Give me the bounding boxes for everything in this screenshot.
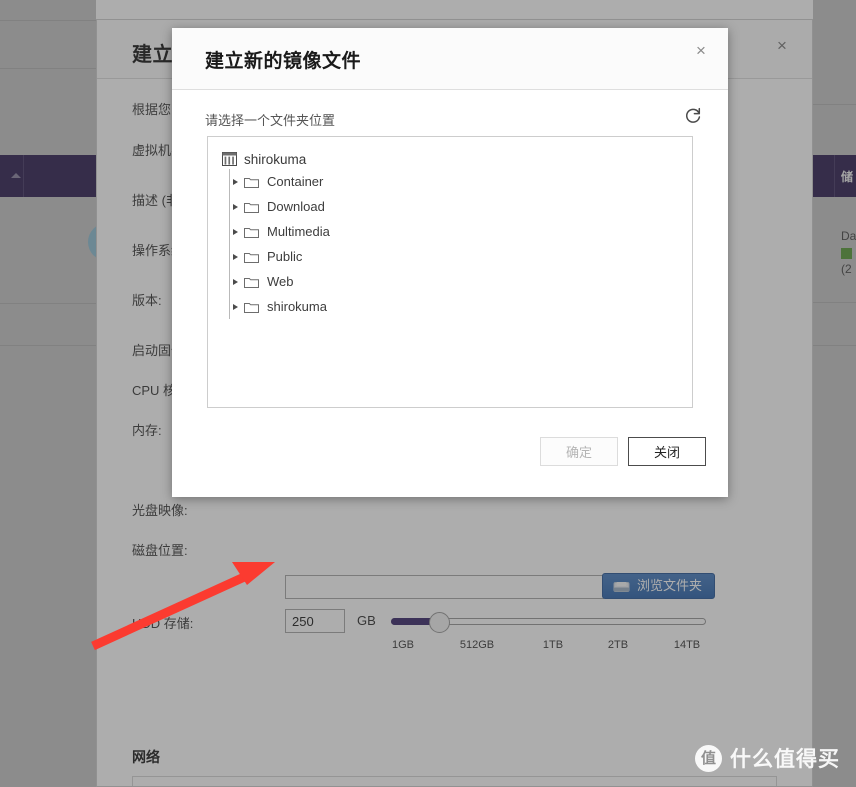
confirm-button[interactable]: 确定 xyxy=(540,437,618,466)
folder-tree[interactable]: shirokuma Container Download Multimedia … xyxy=(207,136,693,408)
folder-icon xyxy=(244,177,259,188)
folder-icon xyxy=(244,277,259,288)
tree-root-item-shirokuma[interactable]: shirokuma xyxy=(222,149,692,169)
tree-children-list: Container Download Multimedia Public Web… xyxy=(229,169,692,319)
tree-root-label: shirokuma xyxy=(244,151,307,167)
folder-icon xyxy=(244,227,259,238)
folder-icon xyxy=(244,252,259,263)
tree-item-label: Public xyxy=(267,249,303,264)
folder-icon xyxy=(244,302,259,313)
watermark-text: 什么值得买 xyxy=(730,748,840,771)
triangle-right-icon[interactable] xyxy=(233,254,238,260)
triangle-right-icon[interactable] xyxy=(233,304,238,310)
watermark: 值 什么值得买 xyxy=(695,743,840,773)
dialog-hint-text: 请选择一个文件夹位置 xyxy=(205,113,336,128)
tree-item-container[interactable]: Container xyxy=(233,169,692,194)
tree-item-multimedia[interactable]: Multimedia xyxy=(233,219,692,244)
refresh-icon[interactable] xyxy=(683,105,703,125)
tree-item-label: shirokuma xyxy=(267,299,327,314)
nas-storage-icon xyxy=(222,152,237,166)
tree-item-shirokuma[interactable]: shirokuma xyxy=(233,294,692,319)
create-image-file-dialog: 建立新的镜像文件 × 请选择一个文件夹位置 shirokuma Containe… xyxy=(172,28,728,497)
triangle-right-icon[interactable] xyxy=(233,204,238,210)
dialog-header: 建立新的镜像文件 × xyxy=(172,28,728,90)
watermark-logo: 值 xyxy=(695,744,722,772)
triangle-right-icon[interactable] xyxy=(233,179,238,185)
dialog-footer: 确定 关闭 xyxy=(172,409,728,497)
dialog-title: 建立新的镜像文件 xyxy=(205,51,362,72)
tree-item-download[interactable]: Download xyxy=(233,194,692,219)
tree-item-label: Download xyxy=(267,199,325,214)
triangle-right-icon[interactable] xyxy=(233,229,238,235)
close-button[interactable]: 关闭 xyxy=(628,437,706,466)
folder-icon xyxy=(244,202,259,213)
folder-tree-root: shirokuma Container Download Multimedia … xyxy=(208,137,692,319)
dialog-subbar: 请选择一个文件夹位置 xyxy=(172,89,728,132)
tree-item-label: Multimedia xyxy=(267,224,330,239)
tree-item-label: Web xyxy=(267,274,294,289)
close-icon[interactable]: × xyxy=(688,38,714,64)
tree-item-web[interactable]: Web xyxy=(233,269,692,294)
tree-item-public[interactable]: Public xyxy=(233,244,692,269)
triangle-right-icon[interactable] xyxy=(233,279,238,285)
tree-item-label: Container xyxy=(267,174,324,189)
